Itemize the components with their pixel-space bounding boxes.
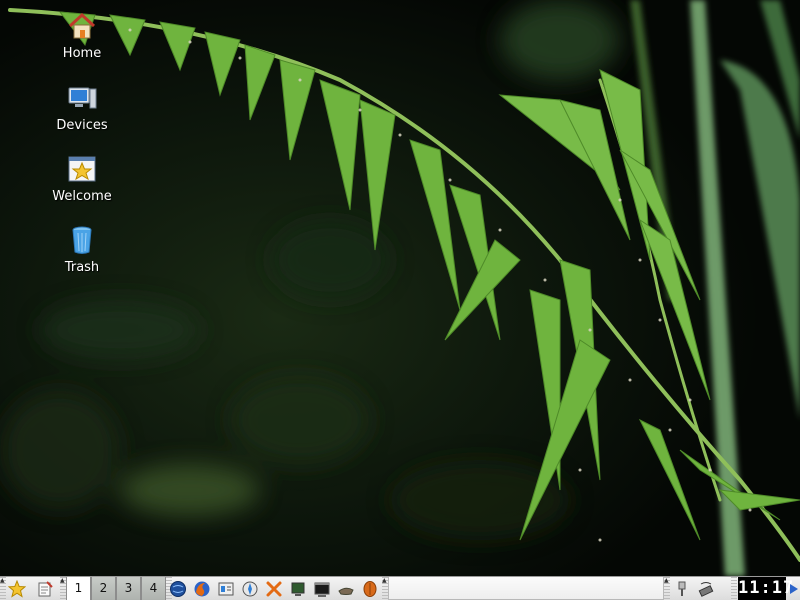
desktop-icon-label: Home [62,46,102,61]
compass-icon [242,581,258,596]
launcher-tools[interactable] [263,577,285,600]
pager-desktop-3[interactable]: 3 [116,577,141,600]
panel-arrow-icon: ▲ [60,577,65,584]
clock[interactable]: 11:17 [738,577,793,600]
panel-expand-button[interactable] [787,577,800,600]
task-list[interactable] [388,577,664,600]
trash-can-icon [72,226,92,254]
panel-separator[interactable]: ▲ [664,577,670,600]
package-icon [338,587,354,595]
pager-desktop-2[interactable]: 2 [91,577,116,600]
network-plug-icon [678,581,686,596]
tools-icon [266,581,282,596]
globe-browser-icon [170,580,186,597]
launcher-terminal[interactable] [311,577,333,600]
panel-arrow-icon: ▲ [0,577,5,584]
launcher-compass[interactable] [239,577,261,600]
wireless-icon [698,581,714,597]
tray-wireless[interactable] [695,577,717,600]
favorites-star-icon [8,579,26,598]
home-folder-icon [68,12,96,39]
pager-desktop-4[interactable]: 4 [141,577,166,600]
panel-separator[interactable] [731,577,737,600]
launcher-media[interactable] [359,577,381,600]
launcher-file-manager[interactable] [215,577,237,600]
launcher-package[interactable] [335,577,357,600]
desktop-icon-label: Welcome [52,189,112,204]
terminal-icon [314,582,330,597]
tray-network[interactable] [671,577,693,600]
display-monitor-icon [291,582,305,596]
desktop-icon-devices[interactable]: Devices [42,82,122,148]
desktop-icon-label: Trash [64,260,100,275]
media-orange-icon [363,580,377,597]
launcher-display[interactable] [287,577,309,600]
favorites-button[interactable] [6,577,28,600]
launcher-browser[interactable] [167,577,189,600]
desktop-icon-trash[interactable]: Trash [42,224,122,290]
settings-notepad-icon [38,580,53,596]
panel-arrow-icon: ▲ [664,577,669,584]
launcher-firefox[interactable] [191,577,213,600]
desktop[interactable]: Home Devices Welcome Trash ▲ ▲ 1 2 3 4 ▲… [0,0,800,600]
computer-devices-icon [68,87,97,109]
firefox-icon [194,581,210,596]
pager-desktop-1[interactable]: 1 [66,577,91,600]
welcome-star-icon [68,156,96,182]
arrow-right-icon [789,583,798,594]
panel-arrow-icon: ▲ [382,577,387,584]
file-manager-icon [218,582,234,595]
desktop-icon-home[interactable]: Home [42,10,122,76]
settings-button[interactable] [34,577,56,600]
taskbar: ▲ ▲ 1 2 3 4 ▲ ▲ 11:17 [0,576,800,600]
desktop-icon-welcome[interactable]: Welcome [42,153,122,219]
desktop-icon-label: Devices [56,118,108,133]
